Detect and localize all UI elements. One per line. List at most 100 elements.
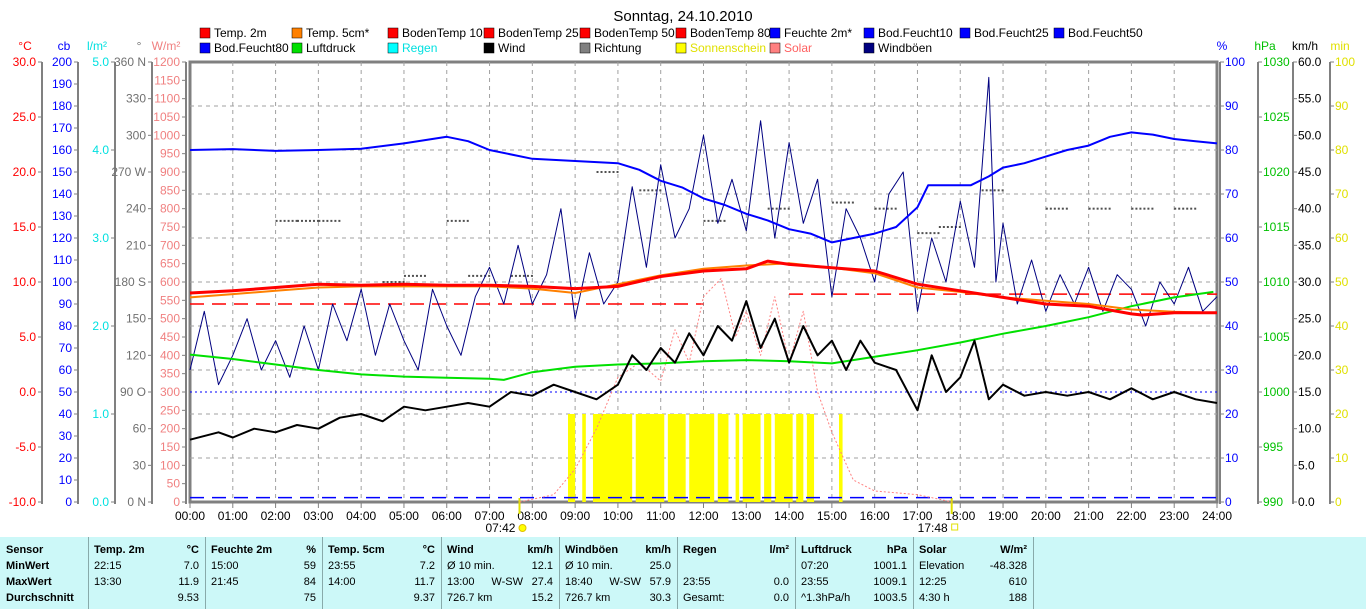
- stats-row: 4:30 h 188: [913, 590, 1033, 606]
- axis-tick-label-sun: 60: [1335, 231, 1349, 245]
- wind-direction-point: [723, 219, 726, 222]
- axis-tick-label-cb: 190: [52, 77, 72, 91]
- axis-tick-label-cb: 160: [52, 143, 72, 157]
- wind-direction-point: [338, 219, 341, 222]
- sunshine-bar: [582, 414, 586, 502]
- stats-row: 75: [205, 590, 322, 606]
- legend-item: Bod.Feucht80: [214, 41, 289, 55]
- legend-item: BodenTemp 50: [594, 26, 675, 40]
- legend-item: Wind: [498, 41, 525, 55]
- wind-direction-point: [1135, 207, 1138, 210]
- wind-direction-point: [874, 207, 877, 210]
- wind-direction-point: [981, 189, 984, 192]
- stats-header: Luftdruck hPa: [795, 542, 913, 558]
- stats-cell-label: 12:25: [919, 576, 947, 588]
- wind-direction-point: [851, 201, 854, 204]
- legend-item: Bod.Feucht25: [974, 26, 1049, 40]
- wind-direction-point: [639, 189, 642, 192]
- sunshine-bar: [806, 414, 815, 502]
- stats-unit: °C: [186, 544, 199, 556]
- axis-tick-label-wind: 10.0: [1298, 422, 1322, 436]
- axis-tick-label-solar: 900: [160, 165, 180, 179]
- axis-tick-label-hum: 50: [1225, 275, 1239, 289]
- axis-tick-label-cb: 10: [59, 473, 73, 487]
- stats-cell-value: 12.1: [531, 560, 553, 572]
- wind-direction-point: [279, 219, 282, 222]
- legend-item: Bod.Feucht10: [878, 26, 953, 40]
- wind-direction-point: [1194, 207, 1197, 210]
- wind-direction-point: [643, 189, 646, 192]
- stats-cell-label: 4:30 h: [919, 592, 950, 604]
- sunshine-bar: [796, 414, 804, 502]
- x-tick-label: 21:00: [1074, 509, 1104, 523]
- legend-swatch: [769, 27, 781, 39]
- stats-row: 18:40 W-SW 57.9: [559, 574, 677, 590]
- axis-tick-label-solar: 150: [160, 440, 180, 454]
- axis-tick-label-sun: 10: [1335, 451, 1349, 465]
- x-tick-label: 14:00: [774, 509, 804, 523]
- axis-tick-label-temp: 25.0: [13, 110, 37, 124]
- legend-item: Solar: [784, 41, 812, 55]
- axis-tick-label-sun: 90: [1335, 99, 1349, 113]
- wind-direction-point: [415, 274, 418, 277]
- x-tick-label: 06:00: [432, 509, 462, 523]
- wind-direction-point: [938, 226, 941, 228]
- stats-column: Feuchte 2m% 15:00 59 21:45 84 75: [205, 537, 323, 609]
- stats-row: ^1.3hPa/h 1003.5: [795, 590, 913, 606]
- x-tick-label: 15:00: [817, 509, 847, 523]
- axis-tick-label-sun: 40: [1335, 319, 1349, 333]
- axis-tick-label-solar: 850: [160, 183, 180, 197]
- wind-direction-point: [466, 219, 469, 222]
- stats-cell-value: 9.37: [413, 592, 435, 604]
- axis-tick-label-dir: 120: [126, 348, 146, 362]
- legend-item: Sonnenschein: [690, 41, 766, 55]
- axis-tick-label-sun: 50: [1335, 275, 1349, 289]
- x-tick-label: 22:00: [1116, 509, 1146, 523]
- wind-direction-point: [1108, 207, 1111, 210]
- legend-item: Richtung: [594, 41, 641, 55]
- axis-tick-label-solar: 1000: [153, 128, 180, 142]
- legend-swatch: [199, 42, 211, 54]
- stats-cell-label: 23:55: [683, 576, 711, 588]
- axis-tick-label-solar: 250: [160, 403, 180, 417]
- axis-unit-dir: °: [137, 39, 142, 53]
- stats-row: 15:00 59: [205, 558, 322, 574]
- wind-direction-point: [468, 274, 471, 277]
- wind-direction-point: [526, 274, 529, 277]
- sunshine-bar: [689, 414, 715, 502]
- wind-direction-point: [946, 226, 949, 228]
- axis-tick-label-solar: 800: [160, 202, 180, 216]
- wind-direction-point: [283, 219, 286, 222]
- stats-cell-label: 23:55: [801, 576, 829, 588]
- stats-header: Windböen km/h: [559, 542, 677, 558]
- axis-tick-label-rain: 1.0: [92, 407, 109, 421]
- axis-tick-label-dir: 180 S: [115, 275, 146, 289]
- stats-header: Regen l/m²: [677, 542, 795, 558]
- wind-direction-point: [1178, 207, 1181, 210]
- wind-direction-point: [462, 219, 465, 222]
- legend-item: Regen: [402, 41, 437, 55]
- stats-row: Gesamt: 0.0: [677, 590, 795, 606]
- wind-direction-point: [296, 219, 299, 222]
- wind-direction-point: [1053, 207, 1056, 210]
- stats-cell-label: Gesamt:: [683, 592, 725, 604]
- stats-title: Wind: [447, 544, 474, 556]
- stats-cell-value: -48.328: [989, 560, 1027, 572]
- stats-row: 22:15 7.0: [88, 558, 205, 574]
- wind-direction-point: [472, 274, 475, 277]
- axis-tick-label-hum: 30: [1225, 363, 1239, 377]
- x-tick-label: 11:00: [646, 509, 675, 523]
- stats-cell-value: 1001.1: [873, 560, 907, 572]
- wind-direction-point: [894, 207, 897, 210]
- axis-tick-label-solar: 50: [167, 477, 181, 491]
- axis-tick-label-dir: 300: [126, 128, 146, 142]
- axis-tick-label-temp: 5.0: [19, 330, 36, 344]
- axis-tick-label-temp: 10.0: [13, 275, 37, 289]
- axis-tick-label-dir: 60: [133, 422, 147, 436]
- stats-cell-label: 07:20: [801, 560, 829, 572]
- axis-unit-hum: %: [1217, 39, 1228, 53]
- wind-direction-point: [476, 274, 479, 277]
- chart-title: Sonntag, 24.10.2010: [613, 8, 752, 25]
- axis-tick-label-wind: 20.0: [1298, 348, 1322, 362]
- x-tick-label: 01:00: [218, 509, 248, 523]
